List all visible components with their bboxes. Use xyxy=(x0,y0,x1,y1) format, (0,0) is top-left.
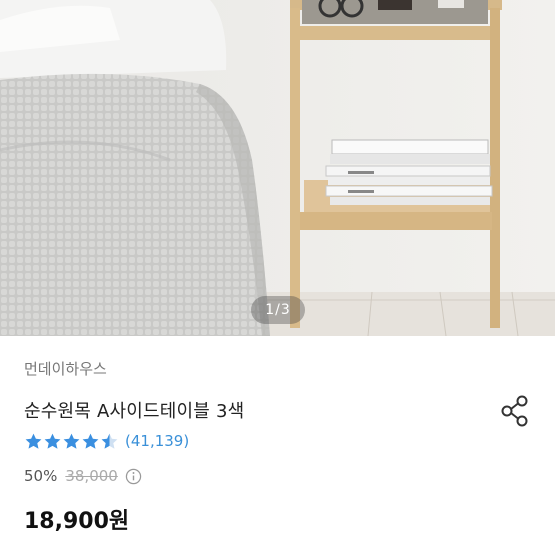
gallery-pager: 1/3 xyxy=(251,296,305,324)
product-image-gallery[interactable]: 1/3 xyxy=(0,0,555,336)
original-price: 38,000 xyxy=(65,467,118,485)
discount-row: 50% 38,000 xyxy=(24,467,142,485)
discount-percent: 50% xyxy=(24,467,58,485)
star-icon xyxy=(82,433,99,449)
star-icon xyxy=(44,433,61,449)
star-rating xyxy=(24,432,119,451)
star-icon xyxy=(63,433,80,449)
info-icon[interactable] xyxy=(125,468,142,485)
share-icon[interactable] xyxy=(498,394,532,428)
product-title: 순수원목 A사이드테이블 3색 xyxy=(24,401,245,422)
brand-name[interactable]: 먼데이하우스 xyxy=(24,358,107,379)
rating-row[interactable]: (41,139) xyxy=(24,430,189,452)
star-icon xyxy=(25,433,42,449)
review-count[interactable]: (41,139) xyxy=(125,432,189,450)
sale-price: 18,900원 xyxy=(24,509,130,534)
star-half-icon xyxy=(101,433,118,449)
product-photo xyxy=(0,0,555,336)
